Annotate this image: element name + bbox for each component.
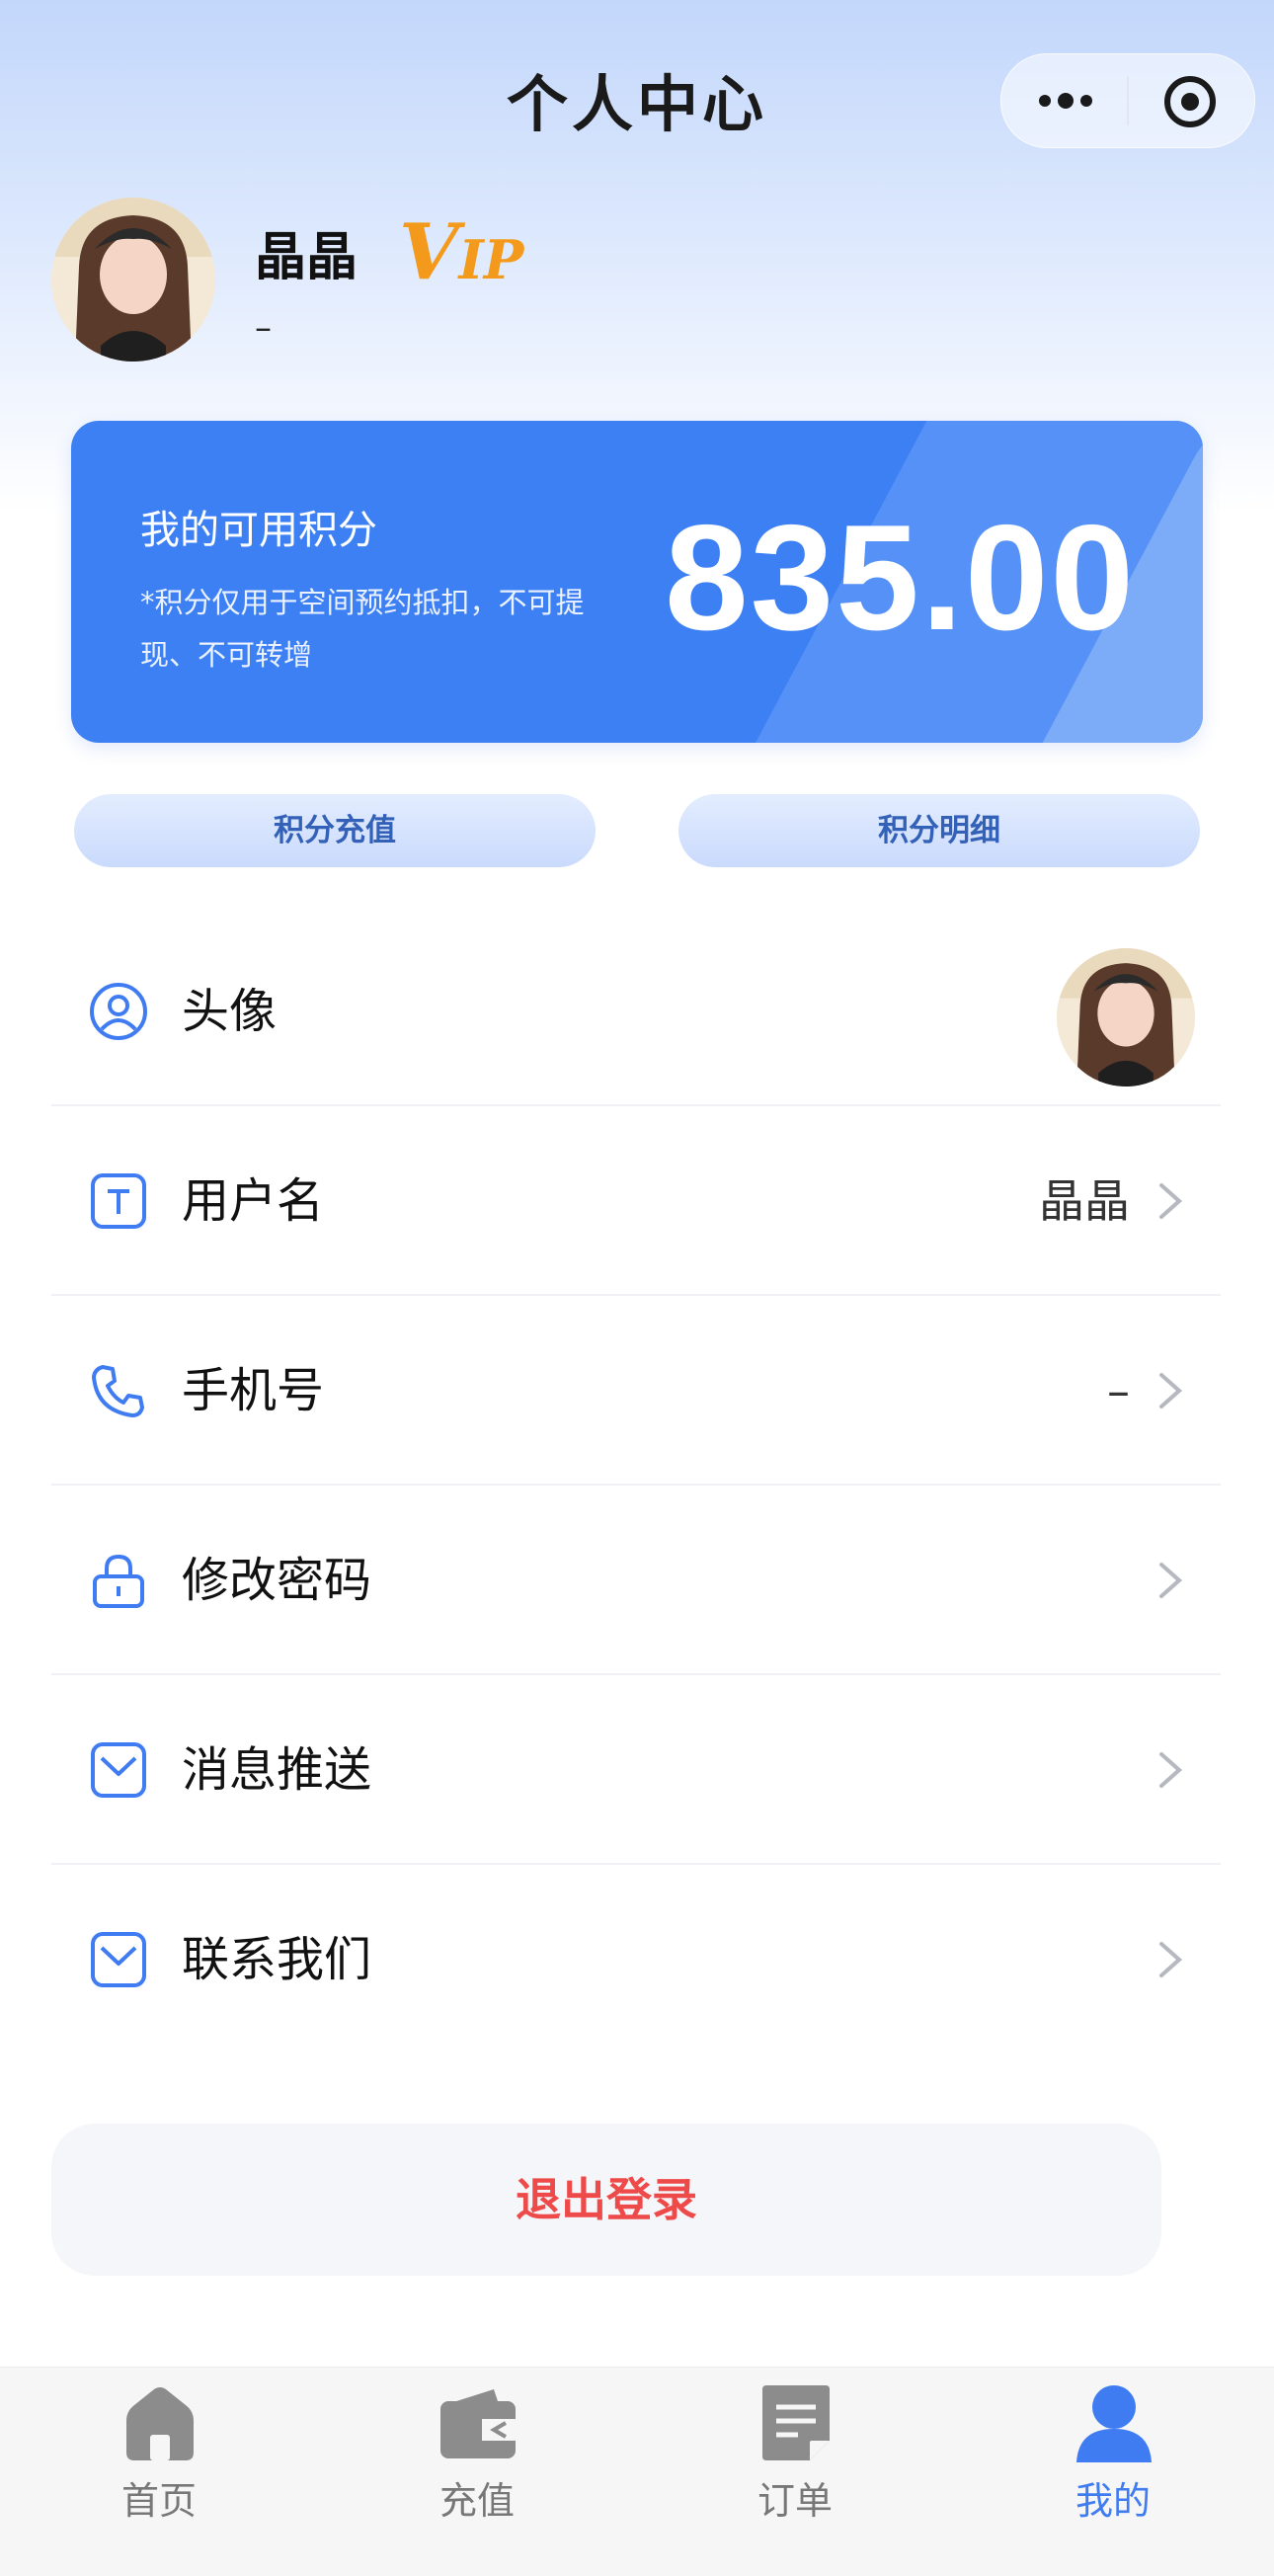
home-icon — [119, 2381, 201, 2464]
tab-label: 订单 — [756, 2479, 833, 2523]
close-mini-program-icon[interactable] — [1162, 74, 1218, 133]
points-note: *积分仅用于空间预约抵扣，不可提现、不可转增 — [140, 586, 585, 672]
capsule-divider — [1127, 76, 1129, 125]
logout-button[interactable]: 退出登录 — [51, 2124, 1161, 2276]
tab-label: 充值 — [438, 2479, 515, 2523]
menu-row-avatar[interactable]: 头像 — [51, 917, 1221, 1106]
tab-bar: 首页 充值 订单 我的 — [0, 2367, 1274, 2576]
tab-orders[interactable]: 订单 — [636, 2368, 954, 2576]
document-icon — [755, 2381, 837, 2464]
mail-icon — [89, 1740, 148, 1800]
profile-phone: – — [255, 308, 272, 348]
menu-value: 晶晶 — [1039, 1174, 1130, 1228]
menu-value: – — [1107, 1364, 1130, 1417]
points-label: 我的可用积分 — [140, 508, 377, 553]
text-t-icon — [89, 1171, 148, 1231]
mini-program-capsule — [1000, 53, 1255, 148]
menu-row-contact-us[interactable]: 联系我们 — [51, 1865, 1221, 2054]
chevron-right-icon — [1155, 1748, 1185, 1792]
mail-icon — [89, 1930, 148, 1989]
points-card: 我的可用积分 *积分仅用于空间预约抵扣，不可提现、不可转增 835.00 — [71, 421, 1203, 743]
menu-label: 头像 — [182, 984, 278, 1039]
menu-row-change-password[interactable]: 修改密码 — [51, 1486, 1221, 1675]
menu-label: 消息推送 — [182, 1742, 372, 1798]
tab-mine[interactable]: 我的 — [954, 2368, 1272, 2576]
more-options-icon[interactable] — [1039, 84, 1094, 121]
menu-label: 手机号 — [182, 1363, 325, 1418]
menu-label: 联系我们 — [182, 1932, 372, 1987]
row-avatar-image — [1057, 948, 1195, 1087]
tab-home[interactable]: 首页 — [0, 2368, 318, 2576]
menu-label: 修改密码 — [182, 1553, 372, 1608]
menu-row-username[interactable]: 用户名 晶晶 — [51, 1106, 1221, 1296]
profile-avatar[interactable] — [51, 198, 215, 362]
profile-name: 晶晶 — [255, 228, 358, 287]
chevron-right-icon — [1155, 1369, 1185, 1412]
user-circle-icon — [89, 982, 148, 1041]
vip-badge: VIP — [399, 207, 524, 297]
menu-row-phone[interactable]: 手机号 – — [51, 1296, 1221, 1486]
points-details-button[interactable]: 积分明细 — [678, 794, 1200, 867]
menu-row-message-push[interactable]: 消息推送 — [51, 1675, 1221, 1865]
chevron-right-icon — [1155, 1938, 1185, 1981]
points-value: 835.00 — [665, 494, 1136, 662]
user-icon — [1073, 2381, 1155, 2464]
wallet-icon — [437, 2381, 519, 2464]
menu-label: 用户名 — [182, 1173, 325, 1229]
tab-recharge[interactable]: 充值 — [318, 2368, 636, 2576]
tab-label: 首页 — [120, 2479, 197, 2523]
chevron-right-icon — [1155, 1179, 1185, 1223]
recharge-points-button[interactable]: 积分充值 — [74, 794, 596, 867]
tab-label: 我的 — [1075, 2479, 1151, 2523]
phone-icon — [89, 1361, 148, 1420]
chevron-right-icon — [1155, 1559, 1185, 1602]
lock-icon — [89, 1551, 148, 1610]
